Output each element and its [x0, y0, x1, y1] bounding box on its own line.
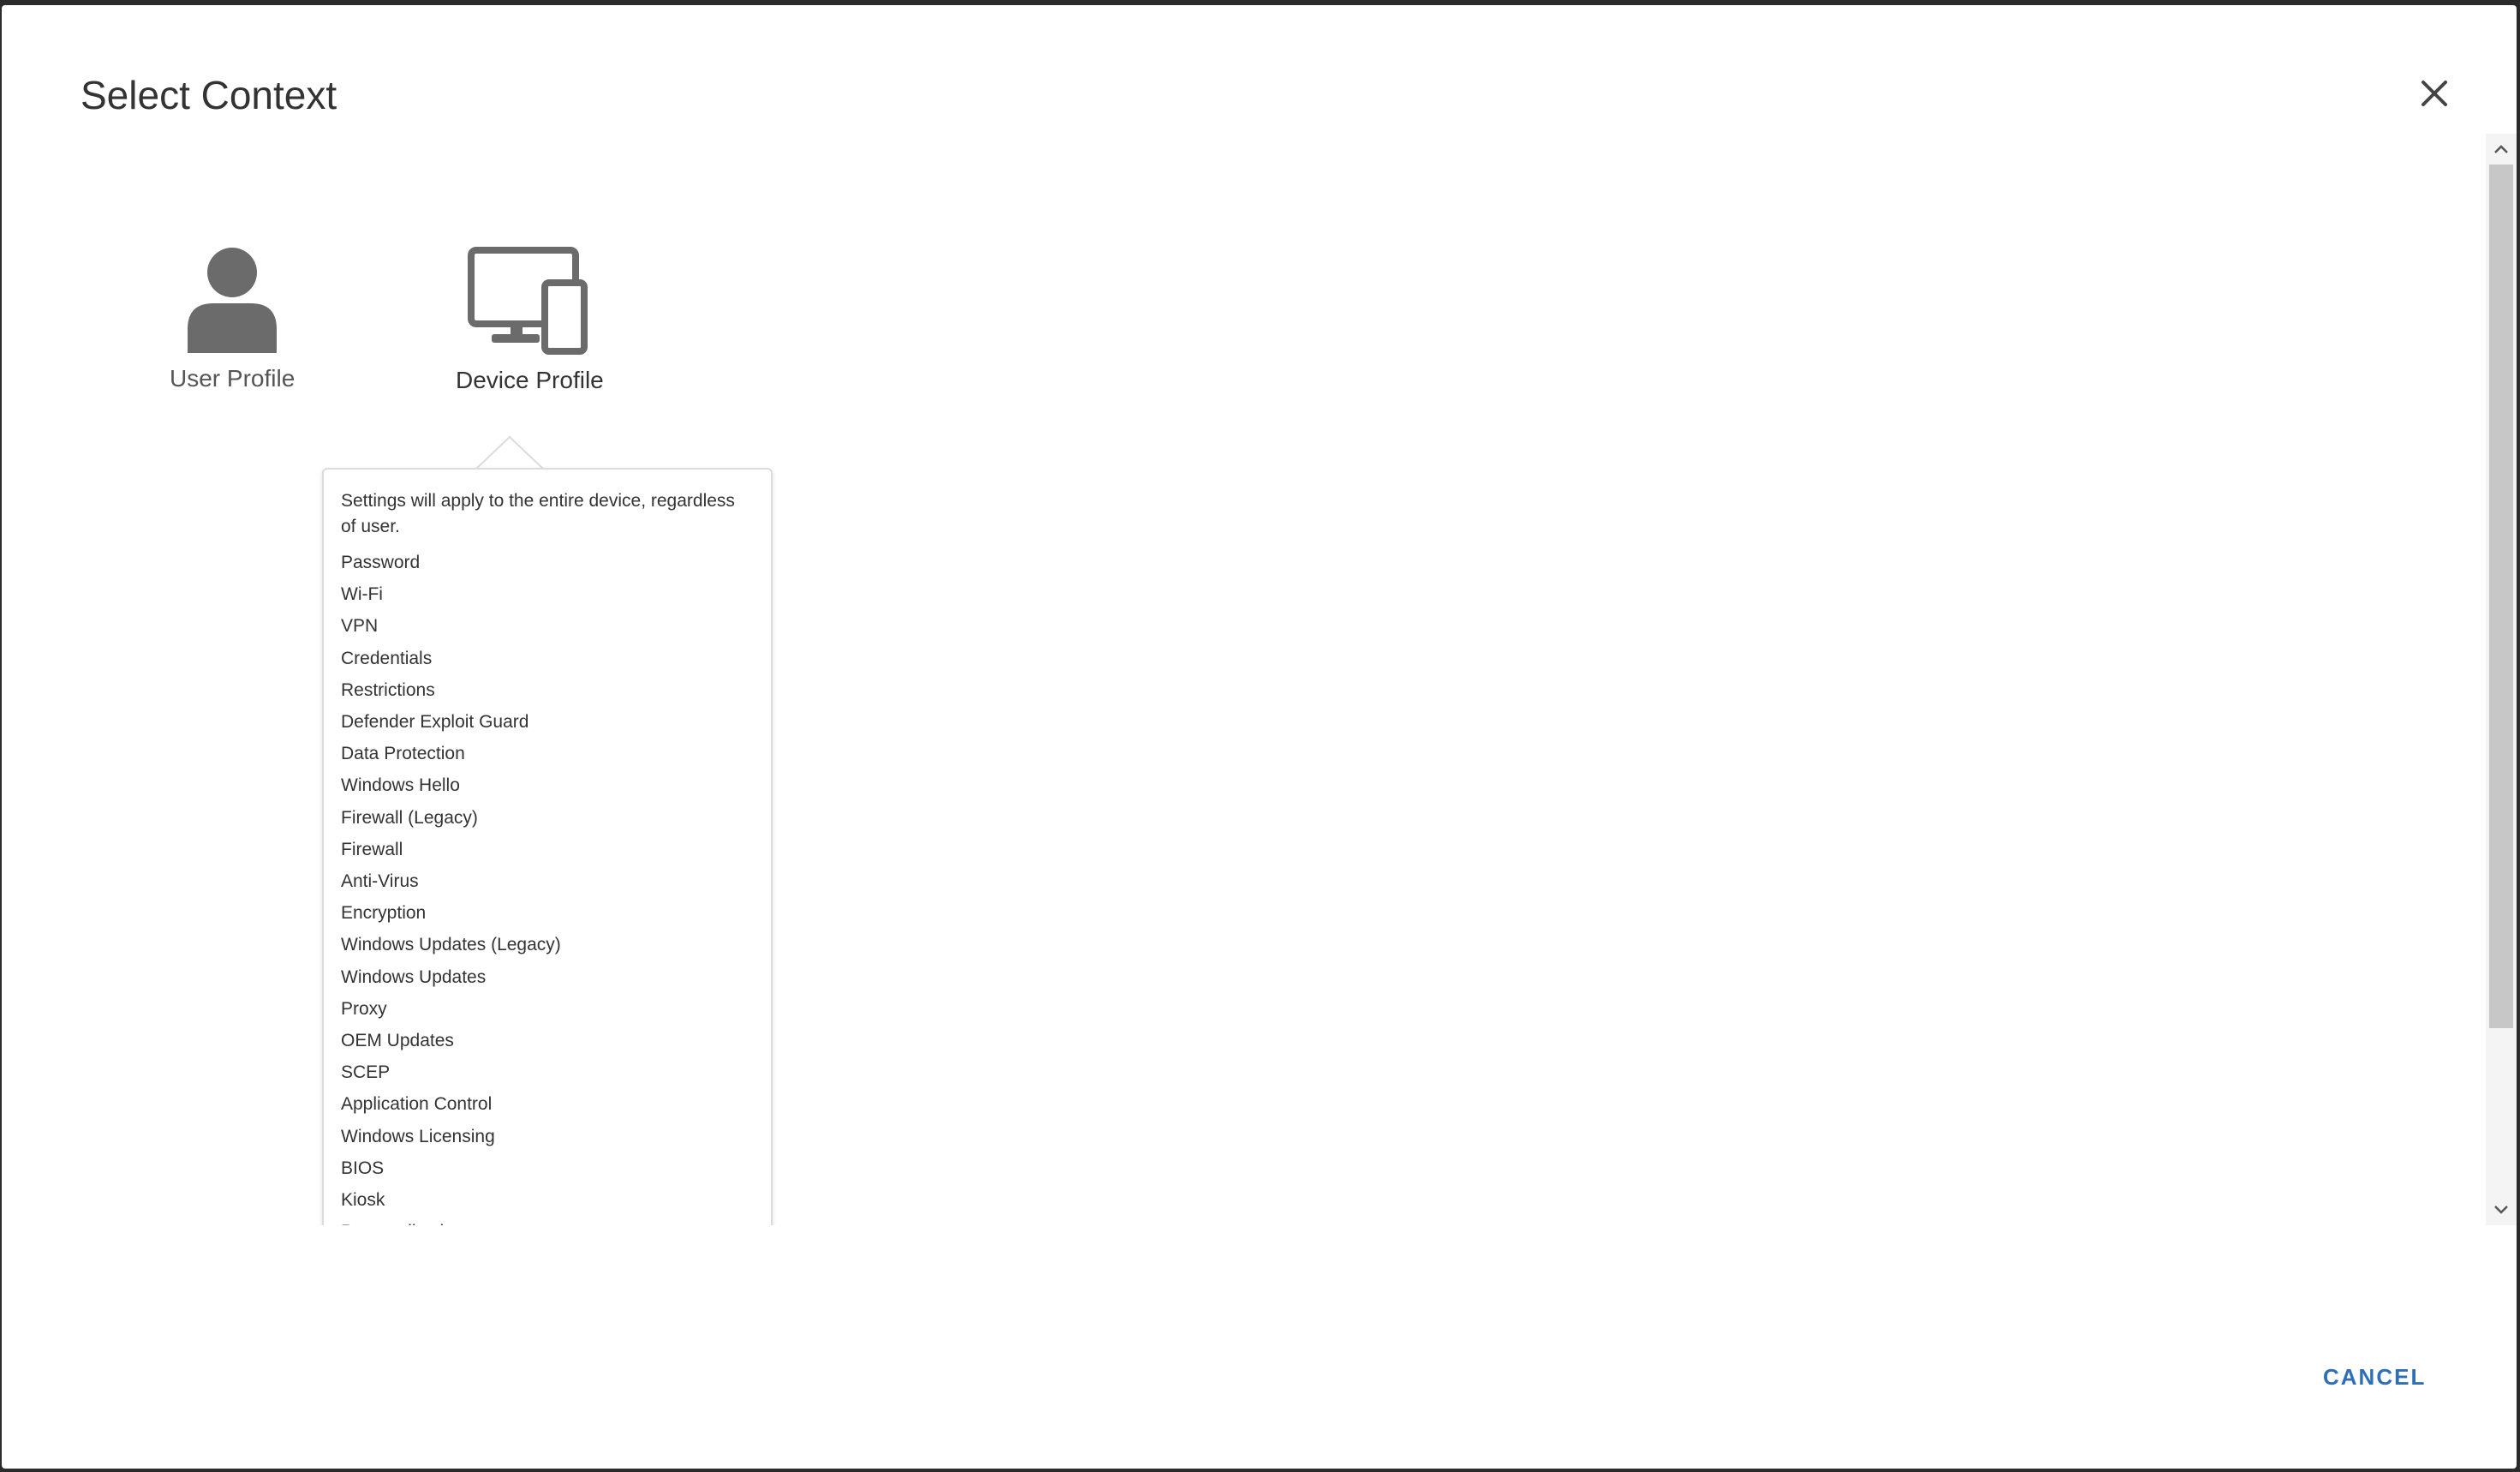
list-item: VPN — [341, 616, 379, 637]
list-item: OEM Updates — [341, 1031, 454, 1051]
device-profile-label: Device Profile — [456, 367, 604, 393]
scroll-up-icon[interactable] — [2486, 134, 2517, 165]
list-item: SCEP — [341, 1062, 391, 1083]
list-item: Defender Exploit Guard — [341, 712, 529, 733]
scrollbar-thumb[interactable] — [2489, 165, 2513, 1028]
list-item: Proxy — [341, 998, 387, 1019]
list-item: Application Control — [341, 1094, 493, 1115]
list-item: Encryption — [341, 903, 427, 924]
list-item: Windows Hello — [341, 775, 460, 796]
list-item: Kiosk — [341, 1190, 385, 1211]
dialog-title: Select Context — [81, 73, 337, 117]
list-item: Windows Updates (Legacy) — [341, 935, 561, 955]
user-icon — [188, 248, 278, 353]
list-item: Credentials — [341, 648, 433, 668]
user-profile-option[interactable]: User Profile — [170, 247, 295, 392]
list-item: Windows Updates — [341, 966, 487, 987]
cancel-button[interactable]: CANCEL — [2314, 1359, 2434, 1396]
list-item: Firewall — [341, 839, 403, 859]
list-item: Windows Licensing — [341, 1126, 495, 1146]
list-item: Personalization — [341, 1216, 754, 1225]
user-profile-label: User Profile — [170, 365, 296, 392]
list-item: Data Protection — [341, 744, 465, 764]
list-item: Restrictions — [341, 679, 435, 700]
list-item: Anti-Virus — [341, 871, 419, 892]
list-item: Password — [341, 553, 421, 572]
devices-icon — [468, 247, 588, 355]
list-item: Firewall (Legacy) — [341, 807, 478, 828]
list-item: Wi-Fi — [341, 584, 383, 605]
list-item: BIOS — [341, 1158, 385, 1178]
vertical-scrollbar[interactable] — [2486, 134, 2517, 1225]
context-options-area: User Profile Device Profile Settings wil… — [2, 134, 2486, 1225]
payload-list: Password Wi-Fi VPN Credentials Restricti… — [324, 547, 771, 1225]
select-context-dialog: Select Context User Profile Device Profi… — [2, 5, 2517, 1469]
popover-description: Settings will apply to the entire device… — [341, 491, 735, 536]
device-profile-popover: Settings will apply to the entire device… — [322, 468, 773, 1225]
device-profile-option[interactable]: Device Profile — [456, 247, 604, 394]
close-icon[interactable] — [2413, 72, 2456, 115]
scroll-down-icon[interactable] — [2486, 1194, 2517, 1225]
